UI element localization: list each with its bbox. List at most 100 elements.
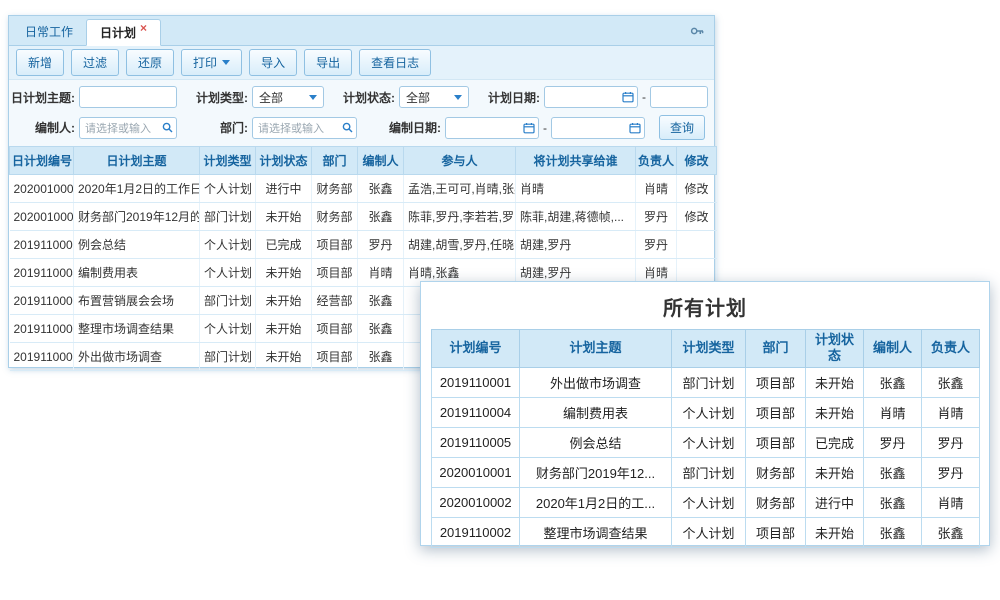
search-icon[interactable] [162, 122, 173, 133]
col-plan-status[interactable]: 计划状态 [256, 147, 312, 175]
cell-modify[interactable]: 修改 [677, 175, 717, 203]
cell-creator: 张鑫 [358, 203, 404, 231]
cell-id[interactable]: 2019110005 [10, 231, 74, 259]
date-range-separator: - [638, 90, 650, 104]
cell-status: 未开始 [806, 457, 864, 487]
cell-id[interactable]: 2020010002 [10, 175, 74, 203]
col-participants[interactable]: 参与人 [404, 147, 516, 175]
add-button[interactable]: 新增 [16, 49, 64, 76]
restore-button-label: 还原 [138, 54, 162, 71]
calendar-icon[interactable] [622, 91, 634, 103]
import-button[interactable]: 导入 [249, 49, 297, 76]
print-button[interactable]: 打印 [181, 49, 242, 76]
import-button-label: 导入 [261, 54, 285, 71]
dept-filter-label: 部门: [193, 119, 252, 136]
cell-dept: 财务部 [312, 203, 358, 231]
col-plan-status: 计划状态 [806, 330, 864, 368]
type-filter-select[interactable]: 全部 [252, 86, 324, 108]
all-plans-row: 2019110004编制费用表个人计划项目部未开始肖晴肖晴 [432, 397, 980, 427]
cell-id[interactable]: 2019110004 [10, 259, 74, 287]
chevron-down-icon [309, 95, 317, 100]
cell-subject[interactable]: 财务部门2019年12月的... [74, 203, 200, 231]
plan-date-to-input[interactable] [650, 86, 708, 108]
daily-plan-row[interactable]: 2020010001财务部门2019年12月的...部门计划未开始财务部张鑫陈菲… [10, 203, 717, 231]
filter-button[interactable]: 过滤 [71, 49, 119, 76]
cell-id: 2019110004 [432, 397, 520, 427]
cell-dept: 财务部 [746, 457, 806, 487]
search-icon[interactable] [342, 122, 353, 133]
cell-type: 部门计划 [200, 287, 256, 315]
cell-owner: 张鑫 [922, 367, 980, 397]
cell-id[interactable]: 2019110003 [10, 287, 74, 315]
cell-dept: 项目部 [312, 259, 358, 287]
cell-type: 个人计划 [200, 315, 256, 343]
restore-button[interactable]: 还原 [126, 49, 174, 76]
cell-owner: 张鑫 [922, 517, 980, 547]
tab-daily-plan[interactable]: 日计划 × [86, 19, 161, 46]
cell-id: 2020010002 [432, 487, 520, 517]
cell-subject[interactable]: 外出做市场调查 [74, 343, 200, 371]
col-dept[interactable]: 部门 [312, 147, 358, 175]
cell-modify[interactable]: 修改 [677, 203, 717, 231]
cell-dept: 财务部 [312, 175, 358, 203]
cell-id: 2019110002 [432, 517, 520, 547]
all-plans-title: 所有计划 [431, 288, 979, 329]
cell-type: 个人计划 [200, 259, 256, 287]
all-plans-row: 2019110001外出做市场调查部门计划项目部未开始张鑫张鑫 [432, 367, 980, 397]
close-tab-icon[interactable]: × [140, 22, 147, 34]
calendar-icon[interactable] [523, 122, 535, 134]
all-plans-table-body: 2019110001外出做市场调查部门计划项目部未开始张鑫张鑫201911000… [432, 367, 980, 547]
col-owner[interactable]: 负责人 [636, 147, 677, 175]
calendar-icon[interactable] [629, 122, 641, 134]
daily-plan-row[interactable]: 20200100022020年1月2日的工作日...个人计划进行中财务部张鑫孟浩… [10, 175, 717, 203]
col-modify[interactable]: 修改 [677, 147, 717, 175]
cell-id[interactable]: 2019110002 [10, 315, 74, 343]
subject-filter-input[interactable] [79, 86, 177, 108]
key-icon[interactable] [689, 23, 705, 39]
cell-status: 未开始 [256, 315, 312, 343]
search-button[interactable]: 查询 [659, 115, 705, 140]
col-plan-subject[interactable]: 日计划主题 [74, 147, 200, 175]
cell-owner: 肖晴 [636, 175, 677, 203]
cell-subject[interactable]: 例会总结 [74, 231, 200, 259]
cell-owner: 肖晴 [922, 487, 980, 517]
col-plan-subject: 计划主题 [520, 330, 672, 368]
cell-subject[interactable]: 布置营销展会会场 [74, 287, 200, 315]
cell-dept: 项目部 [312, 231, 358, 259]
all-plans-header-row: 计划编号 计划主题 计划类型 部门 计划状态 编制人 负责人 [432, 330, 980, 368]
daily-plan-row[interactable]: 2019110005例会总结个人计划已完成项目部罗丹胡建,胡雪,罗丹,任晓...… [10, 231, 717, 259]
daily-plan-header-row: 日计划编号 日计划主题 计划类型 计划状态 部门 编制人 参与人 将计划共享给谁… [10, 147, 717, 175]
type-filter-label: 计划类型: [193, 89, 252, 106]
status-filter-select[interactable]: 全部 [399, 86, 469, 108]
cell-owner: 罗丹 [636, 203, 677, 231]
col-plan-type[interactable]: 计划类型 [200, 147, 256, 175]
chevron-down-icon [454, 95, 462, 100]
view-log-button[interactable]: 查看日志 [359, 49, 431, 76]
cell-type: 个人计划 [672, 427, 746, 457]
cell-status: 未开始 [256, 203, 312, 231]
cell-subject[interactable]: 编制费用表 [74, 259, 200, 287]
cell-creator: 罗丹 [864, 427, 922, 457]
cell-participants: 孟浩,王可可,肖晴,张鑫 [404, 175, 516, 203]
cell-creator: 张鑫 [864, 367, 922, 397]
col-owner: 负责人 [922, 330, 980, 368]
cell-id[interactable]: 2020010001 [10, 203, 74, 231]
subject-filter-label: 日计划主题: [9, 89, 79, 106]
cell-type: 个人计划 [200, 231, 256, 259]
cell-subject[interactable]: 2020年1月2日的工作日... [74, 175, 200, 203]
tab-daily-work[interactable]: 日常工作 [12, 18, 86, 45]
col-plan-id[interactable]: 日计划编号 [10, 147, 74, 175]
cell-creator: 罗丹 [358, 231, 404, 259]
type-filter-value: 全部 [259, 89, 283, 106]
col-creator[interactable]: 编制人 [358, 147, 404, 175]
cell-status: 未开始 [256, 259, 312, 287]
cell-id[interactable]: 2019110001 [10, 343, 74, 371]
cell-type: 个人计划 [672, 517, 746, 547]
cell-dept: 项目部 [746, 517, 806, 547]
creator-filter-label: 编制人: [9, 119, 79, 136]
filter-row-1: 日计划主题: 计划类型: 全部 计划状态: 全部 计划日期: [9, 86, 711, 108]
export-button[interactable]: 导出 [304, 49, 352, 76]
cell-subject[interactable]: 整理市场调查结果 [74, 315, 200, 343]
col-share-with[interactable]: 将计划共享给谁 [516, 147, 636, 175]
cell-status: 未开始 [256, 343, 312, 371]
